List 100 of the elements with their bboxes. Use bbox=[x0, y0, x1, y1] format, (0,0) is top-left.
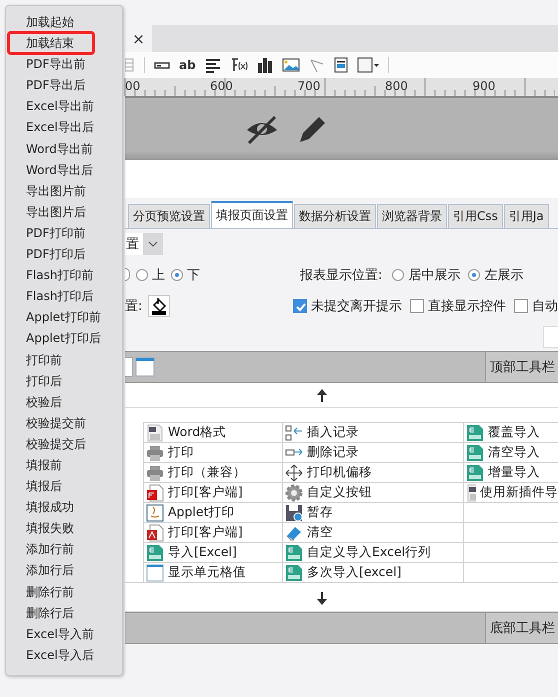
menu-item[interactable]: Word导出后 bbox=[6, 160, 122, 181]
button-type-label: Word格式 bbox=[168, 424, 226, 441]
menu-item[interactable]: Excel导出后 bbox=[6, 117, 122, 139]
menu-item[interactable]: Applet打印前 bbox=[6, 307, 122, 328]
menu-item[interactable]: Excel导入前 bbox=[6, 624, 122, 645]
menu-item[interactable]: 填报后 bbox=[6, 476, 122, 498]
option-label: 上 bbox=[152, 266, 165, 284]
menu-item[interactable]: 校验后 bbox=[6, 392, 122, 413]
settings-tab[interactable]: 浏览器背景 bbox=[377, 204, 447, 228]
menu-item[interactable]: 导出图片前 bbox=[6, 180, 122, 202]
button-type-label: 自定义按钮 bbox=[307, 484, 372, 501]
ruler-label: 800 bbox=[384, 78, 409, 95]
button-type-label: 打印机偏移 bbox=[307, 464, 372, 481]
label-tool[interactable]: ab bbox=[179, 58, 196, 72]
gear-icon bbox=[285, 484, 303, 502]
down-arrow-icon[interactable] bbox=[316, 592, 328, 606]
menu-item[interactable]: 填报成功 bbox=[6, 497, 122, 518]
settings-tab[interactable]: 引用Css bbox=[448, 204, 503, 228]
menu-item[interactable]: 填报失败 bbox=[6, 518, 122, 540]
checkbox[interactable] bbox=[410, 298, 424, 312]
menu-item[interactable]: Word导出前 bbox=[6, 138, 122, 160]
image-icon[interactable] bbox=[282, 57, 300, 73]
settings-tab[interactable]: 引用Ja bbox=[504, 204, 549, 228]
menu-item[interactable]: PDF打印前 bbox=[6, 222, 122, 244]
toolbar-label: 顶部工具栏 bbox=[485, 352, 558, 382]
menu-item[interactable]: Excel导入后 bbox=[6, 644, 122, 666]
settings-tab[interactable]: 填报页面设置 bbox=[211, 201, 293, 228]
radio-button[interactable] bbox=[171, 268, 183, 280]
button-type-label: 打印 bbox=[168, 444, 194, 461]
button-type-label: 打印[客户端] bbox=[168, 484, 243, 501]
radio-button[interactable] bbox=[468, 268, 480, 280]
pdf-file-icon bbox=[146, 524, 164, 542]
menu-item[interactable]: 删除行后 bbox=[6, 602, 122, 624]
menu-item[interactable]: Flash打印前 bbox=[6, 265, 122, 286]
button-type-label: 插入记录 bbox=[307, 424, 359, 441]
formula-icon[interactable] bbox=[230, 57, 248, 73]
button-type-label: 自定义导入Excel行列 bbox=[307, 544, 432, 561]
dropdown[interactable]: 置 bbox=[125, 233, 163, 255]
document-icon bbox=[466, 484, 476, 502]
save-icon bbox=[285, 504, 303, 522]
menu-item[interactable]: 打印前 bbox=[6, 350, 122, 371]
radio-button[interactable] bbox=[125, 268, 130, 281]
ruler-label: 00 bbox=[125, 78, 142, 95]
window-icon bbox=[146, 564, 164, 582]
option-label: 自动 bbox=[532, 298, 558, 314]
menu-item[interactable]: 添加行前 bbox=[6, 539, 122, 560]
menu-item[interactable]: PDF打印后 bbox=[6, 244, 122, 266]
menu-item[interactable]: 加载结束 bbox=[6, 33, 122, 54]
menu-item[interactable]: 校验提交后 bbox=[6, 434, 122, 455]
menu-item[interactable]: Excel导出前 bbox=[6, 96, 122, 118]
bar-chart-icon[interactable] bbox=[256, 57, 273, 73]
hidden-icon[interactable] bbox=[245, 114, 279, 144]
spreadsheet-icon bbox=[285, 564, 303, 582]
button-type-label: Applet打印 bbox=[168, 504, 234, 521]
radio-button[interactable] bbox=[136, 268, 148, 280]
form-icon[interactable] bbox=[334, 57, 348, 73]
java-file-icon bbox=[146, 504, 164, 522]
button-type-label: 使用新插件导 bbox=[480, 484, 558, 501]
menu-item[interactable]: 删除行前 bbox=[6, 582, 122, 603]
menu-item[interactable]: Applet打印后 bbox=[6, 328, 122, 350]
radio-button[interactable] bbox=[392, 268, 404, 280]
menu-item[interactable]: 校验提交前 bbox=[6, 412, 122, 434]
align-left-icon[interactable] bbox=[204, 57, 221, 73]
button-type-label: 清空 bbox=[307, 524, 333, 541]
button-type-label: 打印（兼容） bbox=[168, 464, 246, 481]
settings-tab[interactable]: 分页预览设置 bbox=[128, 204, 210, 228]
button-type-label: 打印[客户端] bbox=[168, 524, 243, 541]
settings-tab[interactable]: 数据分析设置 bbox=[294, 204, 376, 228]
grid-icon[interactable] bbox=[125, 57, 135, 73]
checkbox[interactable] bbox=[514, 298, 528, 312]
menu-item[interactable]: 添加行后 bbox=[6, 560, 122, 582]
up-arrow-icon[interactable] bbox=[316, 388, 328, 402]
document-icon bbox=[146, 424, 164, 442]
pencil-icon[interactable] bbox=[297, 114, 327, 144]
menu-item[interactable]: 加载起始 bbox=[6, 12, 122, 34]
option-label: 下 bbox=[187, 266, 200, 284]
toolbar-item-icon[interactable] bbox=[125, 357, 133, 377]
button-type-label: 多次导入[excel] bbox=[307, 564, 402, 581]
menu-item[interactable]: PDF导出后 bbox=[6, 75, 122, 96]
menu-item[interactable]: 导出图片后 bbox=[6, 202, 122, 223]
printer-icon bbox=[146, 464, 164, 482]
menu-item[interactable]: Flash打印后 bbox=[6, 286, 122, 308]
menu-item[interactable]: 填报前 bbox=[6, 454, 122, 476]
border-dropdown-icon[interactable] bbox=[356, 57, 379, 73]
close-icon[interactable]: × bbox=[132, 30, 145, 48]
spreadsheet-icon bbox=[466, 464, 484, 482]
field-label: 报表显示位置: bbox=[300, 266, 382, 284]
chevron-icon bbox=[143, 233, 163, 255]
button-type-label: 暂存 bbox=[307, 504, 333, 521]
paint-bucket-button[interactable] bbox=[148, 294, 170, 316]
checkbox[interactable] bbox=[293, 298, 307, 312]
insert-row-icon bbox=[285, 424, 303, 442]
menu-item[interactable]: 打印后 bbox=[6, 370, 122, 392]
menu-item[interactable]: PDF导出前 bbox=[6, 54, 122, 76]
document-tab[interactable]: × bbox=[125, 25, 152, 52]
option-label: 未提交离开提示 bbox=[311, 298, 402, 314]
window-icon[interactable] bbox=[135, 357, 155, 377]
option-label: 左展示 bbox=[484, 266, 524, 284]
button-type-label: 导入[Excel] bbox=[168, 544, 237, 561]
line-icon[interactable] bbox=[308, 57, 325, 73]
